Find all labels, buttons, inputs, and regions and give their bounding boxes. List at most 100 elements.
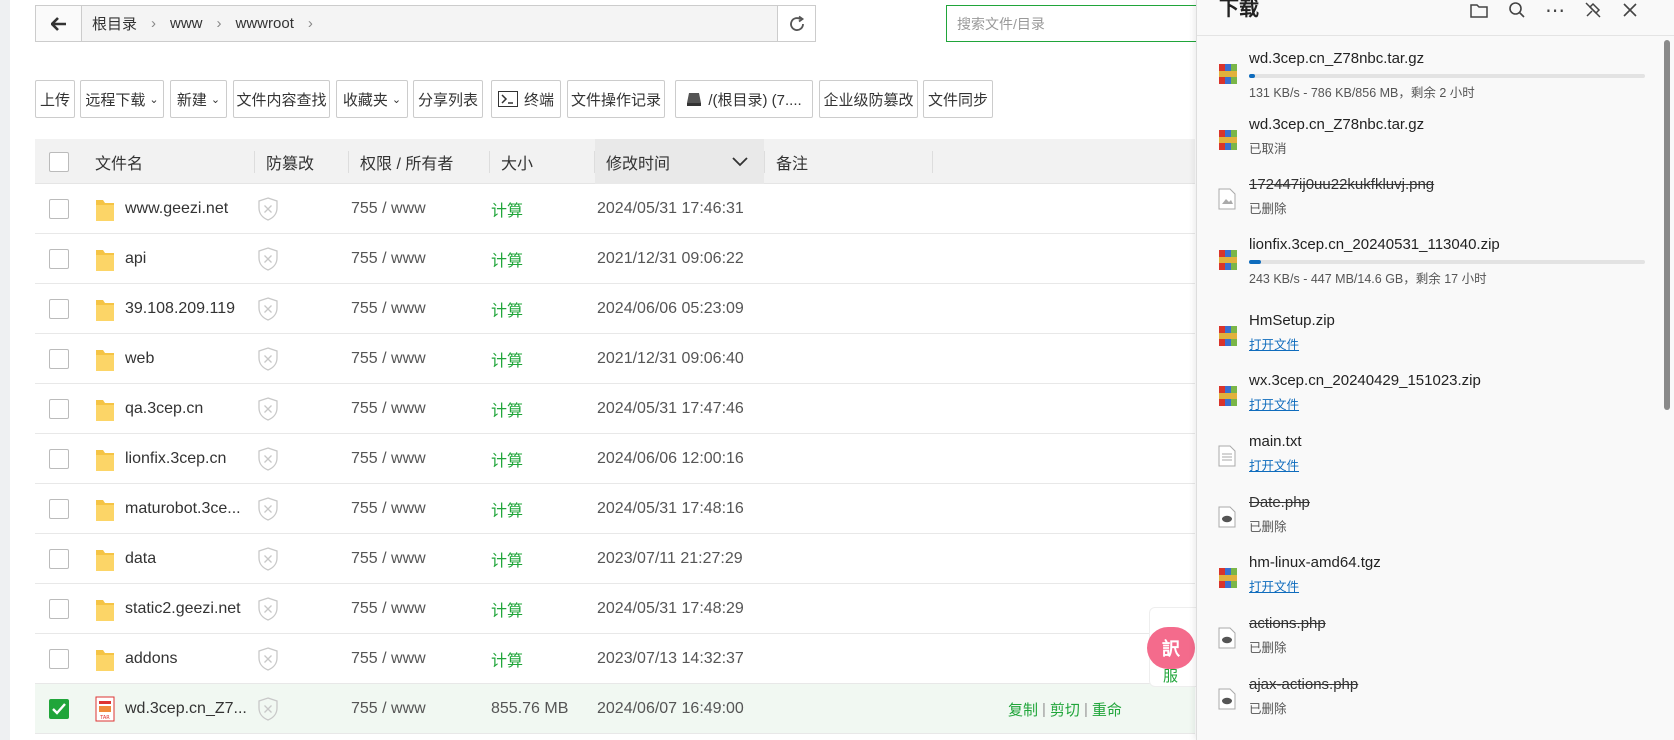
shield-icon[interactable]	[257, 334, 279, 384]
table-row[interactable]: data 755 / www 计算 2023/07/11 21:27:29	[35, 534, 1195, 584]
download-item[interactable]: actions.php 已删除	[1197, 611, 1674, 671]
download-filename[interactable]: 172447ij0uu22kukfkluvj.png	[1249, 176, 1434, 193]
permission-owner[interactable]: 755 / www	[351, 234, 426, 284]
col-perm[interactable]: 权限 / 所有者	[360, 139, 453, 184]
checkbox-cell[interactable]	[49, 584, 69, 634]
checkbox-cell[interactable]	[49, 484, 69, 534]
file-name[interactable]: web	[125, 334, 154, 384]
shield-icon[interactable]	[257, 384, 279, 434]
row-checkbox[interactable]	[49, 199, 69, 219]
new-button[interactable]: 新建 ⌄	[170, 80, 227, 118]
shield-icon[interactable]	[257, 434, 279, 484]
file-name[interactable]: static2.geezi.net	[125, 584, 241, 634]
search-box[interactable]	[946, 5, 1206, 42]
permission-owner[interactable]: 755 / www	[351, 184, 426, 234]
permission-owner[interactable]: 755 / www	[351, 684, 426, 734]
shield-icon[interactable]	[257, 584, 279, 634]
download-filename[interactable]: lionfix.3cep.cn_20240531_113040.zip	[1249, 236, 1500, 253]
disk-button[interactable]: /(根目录) (7....	[675, 80, 813, 118]
download-item[interactable]: lionfix.3cep.cn_20240531_113040.zip 243 K…	[1197, 232, 1674, 292]
file-name[interactable]: www.geezi.net	[125, 184, 228, 234]
download-filename[interactable]: actions.php	[1249, 615, 1326, 632]
calculate-size-link[interactable]: 计算	[491, 484, 523, 534]
calculate-size-link[interactable]: 计算	[491, 384, 523, 434]
table-row[interactable]: static2.geezi.net 755 / www 计算 2024/05/31 1…	[35, 584, 1195, 634]
download-filename[interactable]: wd.3cep.cn_Z78nbc.tar.gz	[1249, 116, 1424, 133]
permission-owner[interactable]: 755 / www	[351, 634, 426, 684]
calculate-size-link[interactable]: 计算	[491, 184, 523, 234]
checkbox-cell[interactable]	[49, 634, 69, 684]
search-input[interactable]	[957, 15, 1205, 32]
file-name[interactable]: addons	[125, 634, 178, 684]
col-note[interactable]: 备注	[776, 139, 808, 184]
open-file-link[interactable]: 打开文件	[1249, 576, 1299, 595]
download-filename[interactable]: wx.3cep.cn_20240429_151023.zip	[1249, 372, 1481, 389]
table-row[interactable]: maturobot.3ce... 755 / www 计算 2024/05/31 17…	[35, 484, 1195, 534]
checkbox-cell[interactable]	[49, 684, 69, 734]
col-name[interactable]: 文件名	[95, 139, 143, 184]
select-all-checkbox-cell[interactable]	[49, 139, 69, 184]
row-checkbox[interactable]	[49, 699, 69, 719]
permission-owner[interactable]: 755 / www	[351, 484, 426, 534]
file-name[interactable]: qa.3cep.cn	[125, 384, 203, 434]
table-row[interactable]: api 755 / www 计算 2021/12/31 09:06:22	[35, 234, 1195, 284]
file-name[interactable]: maturobot.3ce...	[125, 484, 241, 534]
folder-open-icon[interactable]	[1467, 0, 1491, 22]
calculate-size-link[interactable]: 计算	[491, 534, 523, 584]
content-search-button[interactable]: 文件内容查找	[233, 80, 330, 118]
more-options-icon[interactable]: ⋯	[1543, 0, 1567, 22]
shield-icon[interactable]	[257, 534, 279, 584]
row-checkbox[interactable]	[49, 349, 69, 369]
shield-icon[interactable]	[257, 634, 279, 684]
copy-action[interactable]: 复制	[1008, 699, 1038, 720]
table-row[interactable]: addons 755 / www 计算 2023/07/13 14:32:37	[35, 634, 1195, 684]
download-item[interactable]: HmSetup.zip 打开文件	[1197, 308, 1674, 368]
download-item[interactable]: ajax-actions.php 已删除	[1197, 672, 1674, 732]
file-name[interactable]: data	[125, 534, 156, 584]
open-file-link[interactable]: 打开文件	[1249, 394, 1299, 413]
refresh-button[interactable]	[777, 6, 815, 41]
download-item[interactable]: Date.php 已删除	[1197, 490, 1674, 550]
select-all-checkbox[interactable]	[49, 151, 69, 172]
file-name[interactable]: api	[125, 234, 146, 284]
download-item[interactable]: hm-linux-amd64.tgz 打开文件	[1197, 550, 1674, 610]
shield-icon[interactable]	[257, 284, 279, 334]
permission-owner[interactable]: 755 / www	[351, 334, 426, 384]
permission-owner[interactable]: 755 / www	[351, 584, 426, 634]
download-filename[interactable]: hm-linux-amd64.tgz	[1249, 554, 1381, 571]
download-item[interactable]: wd.3cep.cn_Z78nbc.tar.gz 已取消	[1197, 112, 1674, 172]
calculate-size-link[interactable]: 计算	[491, 234, 523, 284]
download-filename[interactable]: ajax-actions.php	[1249, 676, 1358, 693]
row-checkbox[interactable]	[49, 399, 69, 419]
download-filename[interactable]: HmSetup.zip	[1249, 312, 1335, 329]
permission-owner[interactable]: 755 / www	[351, 434, 426, 484]
calculate-size-link[interactable]: 计算	[491, 434, 523, 484]
row-checkbox[interactable]	[49, 299, 69, 319]
favorites-button[interactable]: 收藏夹 ⌄	[336, 80, 408, 118]
breadcrumb-www[interactable]: www	[170, 15, 203, 32]
row-checkbox[interactable]	[49, 449, 69, 469]
file-sync-button[interactable]: 文件同步	[923, 80, 993, 118]
checkbox-cell[interactable]	[49, 534, 69, 584]
shield-icon[interactable]	[257, 484, 279, 534]
row-checkbox[interactable]	[49, 549, 69, 569]
open-file-link[interactable]: 打开文件	[1249, 455, 1299, 474]
col-protect[interactable]: 防篡改	[266, 139, 314, 184]
download-item[interactable]: 172447ij0uu22kukfkluvj.png 已删除	[1197, 172, 1674, 232]
close-icon[interactable]	[1618, 0, 1642, 22]
checkbox-cell[interactable]	[49, 384, 69, 434]
upload-button[interactable]: 上传	[35, 80, 75, 118]
operation-log-button[interactable]: 文件操作记录	[567, 80, 665, 118]
table-row[interactable]: www.geezi.net 755 / www 计算 2024/05/31 17:46…	[35, 184, 1195, 234]
download-item[interactable]: main.txt 打开文件	[1197, 429, 1674, 489]
permission-owner[interactable]: 755 / www	[351, 534, 426, 584]
row-checkbox[interactable]	[49, 649, 69, 669]
open-file-link[interactable]: 打开文件	[1249, 334, 1299, 353]
share-list-button[interactable]: 分享列表	[413, 80, 483, 118]
checkbox-cell[interactable]	[49, 234, 69, 284]
permission-owner[interactable]: 755 / www	[351, 284, 426, 334]
download-item[interactable]: wx.3cep.cn_20240429_151023.zip 打开文件	[1197, 368, 1674, 428]
checkbox-cell[interactable]	[49, 334, 69, 384]
table-row[interactable]: lionfix.3cep.cn 755 / www 计算 2024/06/06 12:…	[35, 434, 1195, 484]
row-checkbox[interactable]	[49, 499, 69, 519]
